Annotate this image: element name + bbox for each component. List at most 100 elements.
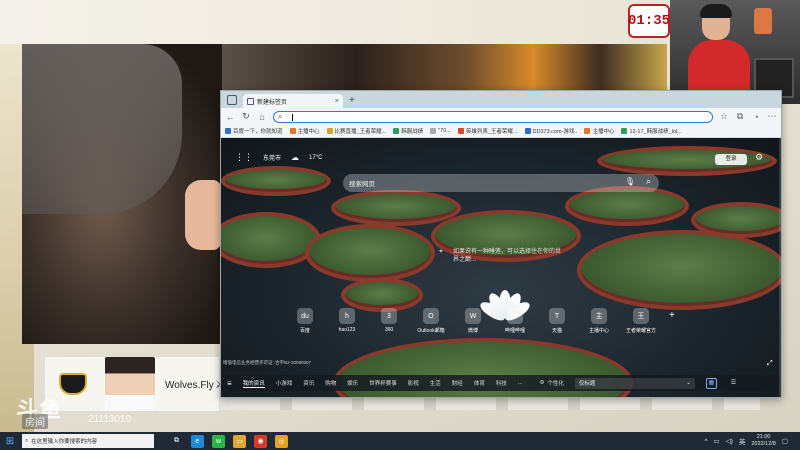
feed-tab[interactable]: 购物 bbox=[325, 379, 336, 387]
personalize-button[interactable]: ⚙ 个性化 bbox=[539, 379, 563, 387]
profile-icon[interactable]: ◔ bbox=[751, 112, 761, 122]
feed-tab[interactable]: 体育 bbox=[474, 379, 485, 387]
add-shortcut-button[interactable]: + bbox=[669, 310, 675, 334]
player-strip bbox=[220, 396, 760, 410]
quick-link[interactable]: 主主播中心 bbox=[585, 308, 613, 334]
bookmark-label: 主播中心 bbox=[592, 129, 615, 135]
quick-link[interactable]: O Outlook邮箱 bbox=[417, 308, 445, 334]
quick-link[interactable]: 王王者荣耀官方 bbox=[626, 308, 656, 334]
bookmark-label: 比赛直播_王者荣耀... bbox=[334, 129, 387, 135]
tab-actions-icon[interactable] bbox=[227, 95, 237, 105]
layout-select[interactable]: 仅标题 ⌄ bbox=[574, 377, 695, 389]
bookmark-item[interactable]: 12-17_韩服战绩_lol... bbox=[621, 127, 682, 135]
collections-icon[interactable]: ⧉ bbox=[735, 111, 745, 122]
feed-tab[interactable]: 娱乐 bbox=[347, 379, 358, 387]
hamburger-menu-icon[interactable]: ≡ bbox=[227, 379, 232, 388]
chrome-icon[interactable]: ◎ bbox=[275, 434, 288, 448]
taskbar-apps: ⧉ e w ▭ ◉ ◎ bbox=[170, 434, 288, 448]
volume-icon[interactable]: ◁) bbox=[726, 437, 733, 445]
streamer-figure bbox=[688, 4, 750, 104]
quick-links: du 百度 h hao123 3 360 O Outlook邮箱 W 微博 B 哔哩哔哩 T 天猫 主主播中… bbox=[291, 308, 675, 334]
bookmark-label: 英雄列表_王者荣耀... bbox=[465, 129, 518, 135]
feed-tab[interactable]: 生活 bbox=[430, 379, 441, 387]
bookmark-favicon-icon bbox=[524, 128, 531, 134]
bookmark-item[interactable]: "70... bbox=[430, 128, 451, 134]
bookmark-item[interactable]: 英雄列表_王者荣耀... bbox=[457, 127, 518, 135]
feed-tab[interactable]: ... bbox=[518, 380, 523, 386]
clock-date: 2022/12/8 bbox=[751, 441, 776, 447]
home-icon[interactable]: ⌂ bbox=[257, 112, 267, 122]
feed-tab[interactable]: 资讯 bbox=[303, 379, 314, 387]
expand-icon[interactable]: ⤢ bbox=[767, 360, 773, 368]
feed-tab[interactable]: 科技 bbox=[496, 379, 507, 387]
webcam-hand bbox=[185, 180, 221, 250]
quick-link-icon: 王 bbox=[633, 308, 649, 324]
windows-start-icon[interactable]: ⊞ bbox=[0, 432, 20, 450]
lily-pad bbox=[221, 166, 331, 196]
refresh-icon[interactable]: ↻ bbox=[241, 111, 251, 122]
edge-icon[interactable]: e bbox=[191, 434, 204, 448]
bookmark-item[interactable]: DD373.com-游戏.. bbox=[524, 127, 577, 135]
back-icon[interactable]: ← bbox=[225, 112, 235, 122]
lily-pad bbox=[305, 224, 435, 282]
new-tab-button[interactable]: + bbox=[349, 95, 355, 106]
bookmark-item[interactable]: 百度一下，你就知道 bbox=[225, 127, 283, 135]
lily-pad bbox=[341, 278, 423, 312]
quick-link[interactable]: W 微博 bbox=[459, 308, 487, 334]
bookmark-item[interactable]: 主播中心 bbox=[584, 127, 614, 135]
ime-icon[interactable]: 英 bbox=[739, 436, 746, 446]
notification-icon[interactable]: ▢ bbox=[782, 437, 788, 445]
quick-link[interactable]: h hao123 bbox=[333, 308, 361, 334]
lily-pad bbox=[331, 190, 461, 226]
app-icon[interactable]: ◉ bbox=[254, 434, 267, 448]
microphone-icon[interactable]: 🎙 bbox=[625, 177, 635, 186]
tab-close-icon[interactable]: × bbox=[335, 98, 339, 105]
more-menu-icon[interactable]: ⋯ bbox=[767, 111, 777, 122]
search-icon[interactable]: ⌕ bbox=[646, 176, 651, 187]
wechat-icon[interactable]: w bbox=[212, 434, 225, 448]
quick-link-label: 微博 bbox=[467, 328, 478, 334]
quick-link-label: Outlook邮箱 bbox=[417, 328, 445, 334]
tray-chevron-icon[interactable]: ^ bbox=[704, 438, 707, 445]
network-icon[interactable]: ▭ bbox=[714, 437, 720, 445]
scrollbar[interactable] bbox=[779, 138, 781, 397]
quick-link-label: 百度 bbox=[299, 328, 310, 334]
image-info-text[interactable]: 如果说有一种睡莲，可以选择住在你的世界之巅... bbox=[453, 248, 563, 264]
icp-license[interactable]: 增值电信业务经营许可证: 合字B2-20090007 bbox=[223, 360, 311, 366]
quick-link[interactable]: du 百度 bbox=[291, 308, 319, 334]
task-view-icon[interactable]: ⧉ bbox=[170, 435, 183, 448]
taskbar-search-input[interactable]: ⌕ 在这里输入你要搜索的内容 bbox=[22, 434, 154, 448]
system-clock[interactable]: 21:00 2022/12/8 bbox=[751, 434, 775, 448]
bookmark-label: "70... bbox=[438, 128, 451, 134]
feed-tab[interactable]: 影视 bbox=[408, 379, 419, 387]
bookmark-item[interactable]: 韩服战绩 bbox=[393, 127, 423, 135]
streamer-webcam bbox=[670, 0, 800, 104]
browser-window: 新建标签页 × + ← ↻ ⌂ ⌕ ☆ ⧉ ◔ ⋯ 百度一下，你就知道 主播中心比… bbox=[220, 90, 782, 398]
explorer-icon[interactable]: ▭ bbox=[233, 434, 246, 448]
feed-tab[interactable]: 财经 bbox=[452, 379, 463, 387]
quick-link[interactable]: B 哔哩哔哩 bbox=[501, 308, 529, 334]
apps-grid-icon[interactable]: ⋮⋮ bbox=[235, 152, 253, 163]
favorites-star-icon[interactable]: ☆ bbox=[719, 111, 729, 122]
login-button[interactable]: 登录 bbox=[715, 154, 747, 165]
tab-new-tab-page[interactable]: 新建标签页 × bbox=[243, 94, 343, 108]
webcam-foreground-blur bbox=[22, 44, 182, 214]
search-icon: ⌕ bbox=[25, 437, 29, 444]
bookmark-label: 百度一下，你就知道 bbox=[233, 129, 283, 135]
search-input[interactable]: 搜索网页 🎙 ⌕ bbox=[343, 174, 659, 192]
grid-view-icon[interactable]: ▦ bbox=[705, 377, 717, 389]
list-view-icon[interactable]: ☰ bbox=[728, 378, 739, 389]
bookmark-item[interactable]: 比赛直播_王者荣耀... bbox=[326, 127, 387, 135]
weather-widget[interactable]: ⋮⋮ 东莞市 ☁ 17°C bbox=[235, 152, 322, 163]
feed-tab[interactable]: 小游戏 bbox=[276, 379, 293, 387]
quick-link[interactable]: 3 360 bbox=[375, 308, 403, 334]
layout-select-value: 仅标题 bbox=[578, 381, 596, 387]
bookmark-item[interactable]: 主播中心 bbox=[289, 127, 320, 135]
quick-link[interactable]: T 天猫 bbox=[543, 308, 571, 334]
lily-pad bbox=[691, 202, 781, 238]
feed-tab[interactable]: 我的资讯 bbox=[242, 379, 265, 388]
feed-tab[interactable]: 世界杯赛事 bbox=[369, 379, 397, 387]
gear-icon[interactable]: ⚙ bbox=[755, 152, 763, 163]
address-bar[interactable]: ⌕ bbox=[273, 110, 713, 123]
weather-city: 东莞市 bbox=[263, 156, 282, 162]
